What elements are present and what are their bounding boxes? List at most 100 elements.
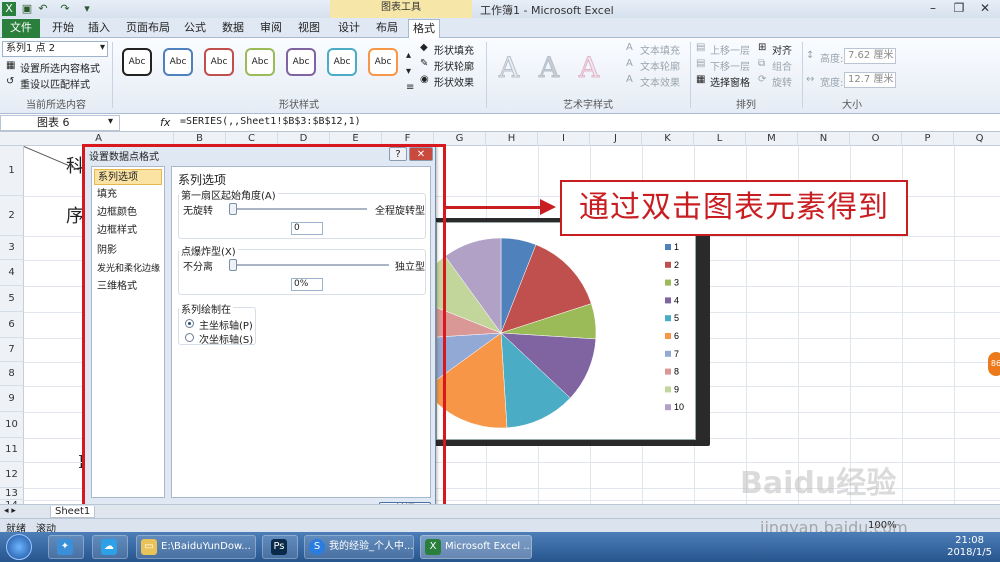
legend-swatch[interactable] (665, 386, 671, 393)
redo-icon[interactable]: ↷ (58, 2, 72, 16)
shape-outline-button[interactable]: 形状轮廓 (434, 58, 474, 73)
tab-insert[interactable]: 插入 (84, 19, 114, 38)
tab-design[interactable]: 设计 (334, 19, 364, 38)
tab-formulas[interactable]: 公式 (180, 19, 210, 38)
column-header[interactable]: L (694, 132, 746, 146)
nav-series-options[interactable]: 系列选项 (94, 169, 162, 185)
angle-slider-thumb[interactable] (229, 203, 237, 215)
tab-file[interactable]: 文件 (2, 19, 40, 38)
row-header[interactable]: 4 (0, 260, 24, 286)
minimize-button[interactable]: – (920, 0, 946, 18)
width-field[interactable]: 12.7 厘米 (844, 72, 896, 88)
chevron-down-icon[interactable]: ▾ (100, 42, 105, 53)
column-header[interactable]: O (850, 132, 902, 146)
shape-fill-button[interactable]: 形状填充 (434, 42, 474, 57)
explosion-slider-thumb[interactable] (229, 259, 237, 271)
row-header[interactable]: 3 (0, 236, 24, 260)
legend-swatch[interactable] (665, 368, 671, 375)
restore-button[interactable]: ❐ (946, 0, 972, 18)
side-badge[interactable]: 86 (988, 352, 1000, 376)
chart-area[interactable]: 1 2 3 4 5 6 7 8 9 10 (405, 222, 696, 440)
undo-icon[interactable]: ↶ (36, 2, 50, 16)
tab-format[interactable]: 格式 (408, 19, 440, 38)
legend-label[interactable]: 1 (674, 242, 679, 252)
legend-swatch[interactable] (665, 244, 671, 250)
legend-label[interactable]: 2 (674, 260, 679, 270)
gallery-more-icon[interactable]: ≡ (406, 82, 414, 93)
column-header[interactable]: H (486, 132, 538, 146)
start-button-icon[interactable] (6, 534, 32, 560)
name-box-dropdown-icon[interactable]: ▾ (108, 116, 113, 127)
legend-label[interactable]: 6 (674, 331, 679, 341)
row-header[interactable]: 12 (0, 462, 24, 488)
nav-shadow[interactable]: 阴影 (94, 243, 162, 259)
taskbar-explorer[interactable]: ▭ E:\BaiduYunDow... (136, 535, 256, 559)
text-effects-button[interactable]: 文本效果 (640, 74, 680, 89)
legend-label[interactable]: 4 (674, 295, 679, 305)
gallery-up-icon[interactable]: ▴ (406, 50, 411, 61)
column-header[interactable]: M (746, 132, 798, 146)
nav-glow-soft-edges[interactable]: 发光和柔化边缘 (94, 261, 162, 277)
column-header[interactable]: K (642, 132, 694, 146)
row-header[interactable]: 9 (0, 386, 24, 412)
explosion-value-field[interactable]: 0% (291, 278, 323, 291)
legend-label[interactable]: 9 (674, 384, 679, 394)
shape-style-swatch[interactable]: Abc (286, 48, 316, 76)
row-header[interactable]: 13 (0, 488, 24, 500)
gallery-down-icon[interactable]: ▾ (406, 66, 411, 77)
legend-swatch[interactable] (665, 333, 671, 339)
row-header[interactable]: 7 (0, 338, 24, 362)
taskbar-excel[interactable]: X Microsoft Excel ... (420, 535, 532, 559)
nav-fill[interactable]: 填充 (94, 187, 162, 203)
save-icon[interactable]: ▣ (20, 2, 34, 16)
primary-axis-label[interactable]: 主坐标轴(P) (199, 317, 253, 332)
legend-label[interactable]: 10 (674, 402, 684, 412)
selection-pane-button[interactable]: 选择窗格 (710, 74, 750, 89)
dialog-close-button[interactable]: ✕ (409, 147, 433, 161)
wordart-style-3[interactable]: A (572, 50, 606, 86)
primary-axis-radio[interactable] (185, 319, 194, 328)
tab-home[interactable]: 开始 (48, 19, 78, 38)
taskbar-app-cloud[interactable]: ☁ (92, 535, 128, 559)
tab-review[interactable]: 审阅 (256, 19, 286, 38)
text-fill-button[interactable]: 文本填充 (640, 42, 680, 57)
legend-swatch[interactable] (665, 279, 671, 286)
height-field[interactable]: 7.62 厘米 (844, 48, 896, 64)
wordart-style-1[interactable]: A (492, 50, 526, 86)
row-header[interactable]: 11 (0, 438, 24, 462)
rotate-button[interactable]: 旋转 (772, 74, 792, 89)
shape-style-swatch[interactable]: Abc (122, 48, 152, 76)
column-header[interactable]: A (24, 132, 174, 146)
legend-swatch[interactable] (665, 297, 671, 304)
align-button[interactable]: 对齐 (772, 42, 792, 57)
chart-elements-dropdown[interactable]: 系列1 点 2 (2, 41, 108, 57)
legend-swatch[interactable] (665, 350, 671, 357)
group-objects-button[interactable]: 组合 (772, 58, 792, 73)
send-backward-button[interactable]: 下移一层 (710, 58, 750, 73)
insert-function-icon[interactable]: fx (160, 116, 170, 129)
taskbar-browser[interactable]: S 我的经验_个人中... (304, 535, 414, 559)
customize-toolbar-icon[interactable]: ▾ (80, 2, 94, 16)
explosion-slider-track[interactable] (229, 264, 389, 266)
column-header[interactable]: F (382, 132, 434, 146)
row-header[interactable]: 5 (0, 286, 24, 312)
row-header[interactable]: 6 (0, 312, 24, 338)
column-header[interactable]: C (226, 132, 278, 146)
tab-page-layout[interactable]: 页面布局 (124, 19, 172, 38)
tab-layout[interactable]: 布局 (372, 19, 402, 38)
shape-style-swatch[interactable]: Abc (327, 48, 357, 76)
text-outline-button[interactable]: 文本轮廓 (640, 58, 680, 73)
legend-label[interactable]: 5 (674, 313, 679, 323)
angle-slider-track[interactable] (229, 208, 367, 210)
column-header[interactable]: N (798, 132, 850, 146)
column-header[interactable]: P (902, 132, 954, 146)
legend-label[interactable]: 7 (674, 349, 679, 359)
shape-effects-button[interactable]: 形状效果 (434, 74, 474, 89)
legend-swatch[interactable] (665, 404, 671, 411)
reset-style-button[interactable]: 重设以匹配样式 (20, 76, 90, 91)
angle-value-field[interactable]: 0 (291, 222, 323, 235)
column-header[interactable]: B (174, 132, 226, 146)
legend-label[interactable]: 8 (674, 367, 679, 377)
legend-swatch[interactable] (665, 315, 671, 322)
bring-forward-button[interactable]: 上移一层 (710, 42, 750, 57)
